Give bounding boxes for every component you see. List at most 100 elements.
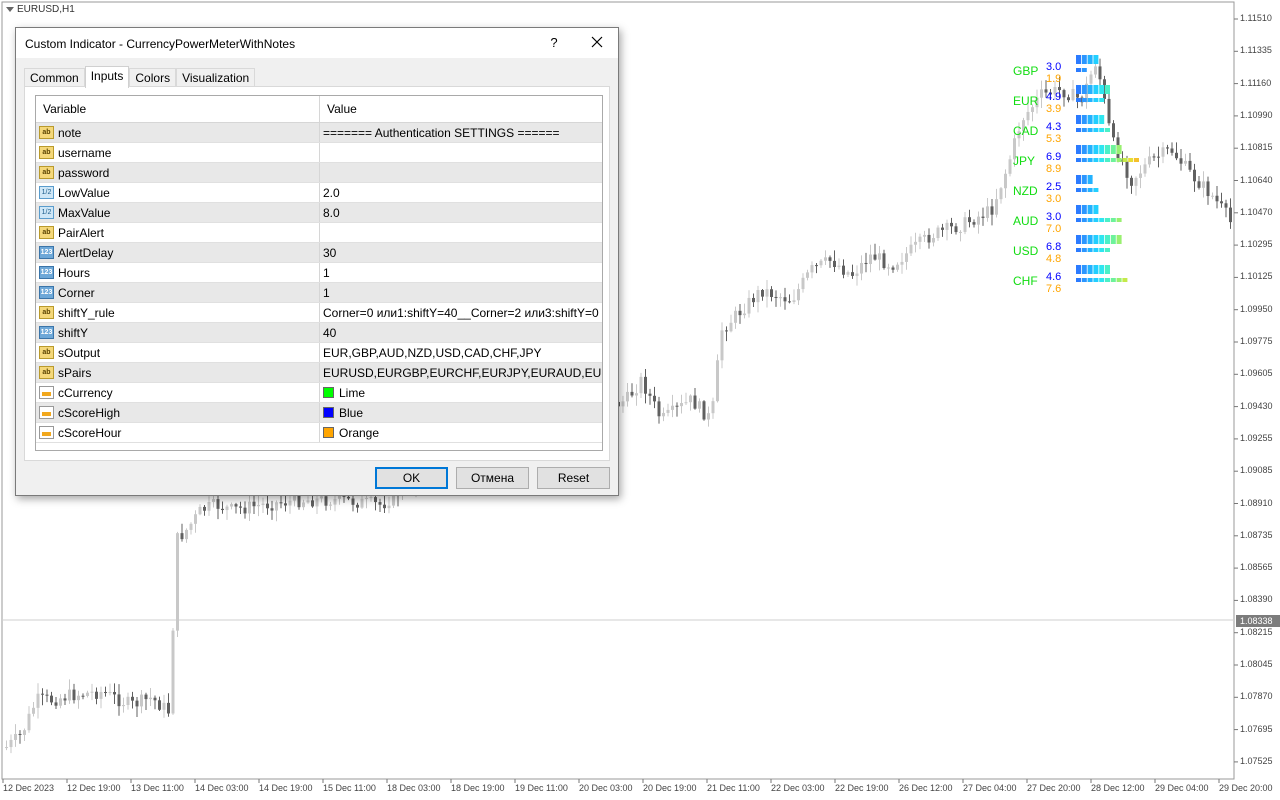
time-tick-label: 14 Dec 19:00 bbox=[259, 783, 313, 793]
candle-body bbox=[860, 262, 863, 274]
param-row-cScoreHour[interactable]: cScoreHour Orange bbox=[36, 423, 602, 443]
meter-high-bar-segment bbox=[1087, 265, 1093, 274]
param-value-cell[interactable]: EURUSD,EURGBP,EURCHF,EURJPY,EURAUD,EUR..… bbox=[320, 363, 602, 382]
param-value-cell[interactable]: 30 bbox=[320, 243, 602, 262]
ok-button[interactable]: OK bbox=[375, 467, 448, 489]
param-value-cell[interactable]: Orange bbox=[320, 423, 602, 442]
param-row-PairAlert[interactable]: ab PairAlert bbox=[36, 223, 602, 243]
param-row-cScoreHigh[interactable]: cScoreHigh Blue bbox=[36, 403, 602, 423]
param-value-cell[interactable] bbox=[320, 223, 602, 242]
candle-body bbox=[684, 402, 688, 404]
meter-high-bar-segment bbox=[1087, 205, 1093, 214]
candle-body bbox=[1197, 181, 1201, 188]
time-tick-label: 27 Dec 20:00 bbox=[1027, 783, 1081, 793]
candle-body bbox=[266, 503, 269, 509]
meter-high-bar-segment bbox=[1093, 265, 1099, 274]
candle-body bbox=[756, 289, 760, 303]
candle-body bbox=[842, 265, 845, 275]
param-name-cell: ab note bbox=[36, 123, 320, 142]
candle-body bbox=[144, 694, 148, 700]
inputs-grid[interactable]: Variable Value ab note ======= Authenticat… bbox=[35, 95, 603, 451]
color-swatch bbox=[323, 387, 334, 398]
price-tick-label: 1.07870 bbox=[1240, 691, 1273, 702]
param-value-cell[interactable]: Corner=0 или1:shiftY=40__Corner=2 или3:s… bbox=[320, 303, 602, 322]
dialog-titlebar[interactable]: Custom Indicator - CurrencyPowerMeterWit… bbox=[16, 28, 618, 58]
candle-body bbox=[698, 401, 701, 409]
candle-body bbox=[77, 695, 80, 701]
chart-menu-triangle-icon[interactable] bbox=[6, 7, 14, 12]
param-row-cCurrency[interactable]: cCurrency Lime bbox=[36, 383, 602, 403]
param-row-MaxValue[interactable]: 1/2 MaxValue 8.0 bbox=[36, 203, 602, 223]
meter-score-hour: 8.9 bbox=[1046, 163, 1062, 175]
meter-score-high: 4.3 bbox=[1046, 121, 1062, 133]
candle-body bbox=[855, 273, 859, 276]
candle-body bbox=[905, 253, 908, 262]
param-row-AlertDelay[interactable]: 123 AlertDelay 30 bbox=[36, 243, 602, 263]
candle-body bbox=[774, 296, 778, 298]
param-value-cell[interactable]: 1 bbox=[320, 263, 602, 282]
param-value-cell[interactable]: 2.0 bbox=[320, 183, 602, 202]
param-value-cell[interactable] bbox=[320, 143, 602, 162]
param-value-cell[interactable]: ======= Authentication SETTINGS ====== bbox=[320, 123, 602, 142]
candle-body bbox=[248, 501, 251, 514]
candle-body bbox=[41, 693, 44, 695]
candle-body bbox=[720, 330, 724, 361]
column-header-value[interactable]: Value bbox=[320, 96, 357, 122]
param-row-Corner[interactable]: 123 Corner 1 bbox=[36, 283, 602, 303]
param-name: note bbox=[58, 125, 82, 140]
cancel-button[interactable]: Отмена bbox=[456, 467, 529, 489]
param-row-note[interactable]: ab note ======= Authentication SETTINGS ==… bbox=[36, 123, 602, 143]
candle-body bbox=[1067, 97, 1070, 101]
candle-body bbox=[36, 693, 40, 708]
tab-inputs[interactable]: Inputs bbox=[84, 66, 130, 88]
candle-body bbox=[963, 217, 967, 232]
param-value-cell[interactable]: 40 bbox=[320, 323, 602, 342]
meter-hour-bar-segment bbox=[1076, 218, 1081, 222]
param-row-sPairs[interactable]: ab sPairs EURUSD,EURGBP,EURCHF,EURJPY,EURA… bbox=[36, 363, 602, 383]
meter-currency-label: NZD bbox=[1013, 184, 1038, 198]
param-row-shiftY[interactable]: 123 shiftY 40 bbox=[36, 323, 602, 343]
candle-body bbox=[324, 496, 328, 506]
candle-body bbox=[635, 393, 638, 396]
meter-hour-bar-segment bbox=[1087, 128, 1093, 132]
param-value-cell[interactable]: EUR,GBP,AUD,NZD,USD,CAD,CHF,JPY bbox=[320, 343, 602, 362]
meter-high-bar-segment bbox=[1105, 85, 1110, 94]
param-row-sOutput[interactable]: ab sOutput EUR,GBP,AUD,NZD,USD,CAD,CHF,JPY bbox=[36, 343, 602, 363]
tab-colors[interactable]: Colors bbox=[129, 68, 177, 87]
param-name: sOutput bbox=[58, 345, 101, 360]
candle-body bbox=[347, 496, 350, 499]
meter-high-bar-segment bbox=[1076, 235, 1081, 244]
param-name-cell: 1/2 MaxValue bbox=[36, 203, 320, 222]
close-icon[interactable] bbox=[588, 33, 606, 51]
param-row-password[interactable]: ab password bbox=[36, 163, 602, 183]
param-row-LowValue[interactable]: 1/2 LowValue 2.0 bbox=[36, 183, 602, 203]
time-tick-label: 18 Dec 03:00 bbox=[387, 783, 441, 793]
candle-body bbox=[113, 691, 116, 695]
time-tick-label: 28 Dec 12:00 bbox=[1091, 783, 1145, 793]
help-button[interactable]: ? bbox=[546, 35, 562, 50]
meter-high-bar-segment bbox=[1110, 235, 1116, 244]
param-row-username[interactable]: ab username bbox=[36, 143, 602, 163]
param-value-cell[interactable]: 1 bbox=[320, 283, 602, 302]
candle-body bbox=[27, 713, 31, 731]
meter-currency-label: CHF bbox=[1013, 274, 1038, 288]
param-value-cell[interactable]: Blue bbox=[320, 403, 602, 422]
candle-body bbox=[999, 188, 1003, 200]
param-value-cell[interactable]: 8.0 bbox=[320, 203, 602, 222]
meter-high-bar-segment bbox=[1081, 235, 1087, 244]
tab-visualization[interactable]: Visualization bbox=[176, 68, 256, 87]
tab-common[interactable]: Common bbox=[24, 68, 85, 87]
param-row-Hours[interactable]: 123 Hours 1 bbox=[36, 263, 602, 283]
column-header-variable[interactable]: Variable bbox=[36, 96, 320, 122]
meter-high-bar-segment bbox=[1093, 145, 1099, 154]
candle-body bbox=[675, 405, 679, 407]
candle-body bbox=[72, 689, 76, 701]
candle-body bbox=[891, 267, 895, 270]
param-row-shiftY_rule[interactable]: ab shiftY_rule Corner=0 или1:shiftY=40__Co… bbox=[36, 303, 602, 323]
reset-button[interactable]: Reset bbox=[537, 467, 610, 489]
meter-high-bar-segment bbox=[1087, 175, 1093, 184]
param-value-cell[interactable] bbox=[320, 163, 602, 182]
param-value-cell[interactable]: Lime bbox=[320, 383, 602, 402]
price-tick-label: 1.09430 bbox=[1240, 400, 1273, 411]
candle-body bbox=[1211, 195, 1214, 197]
